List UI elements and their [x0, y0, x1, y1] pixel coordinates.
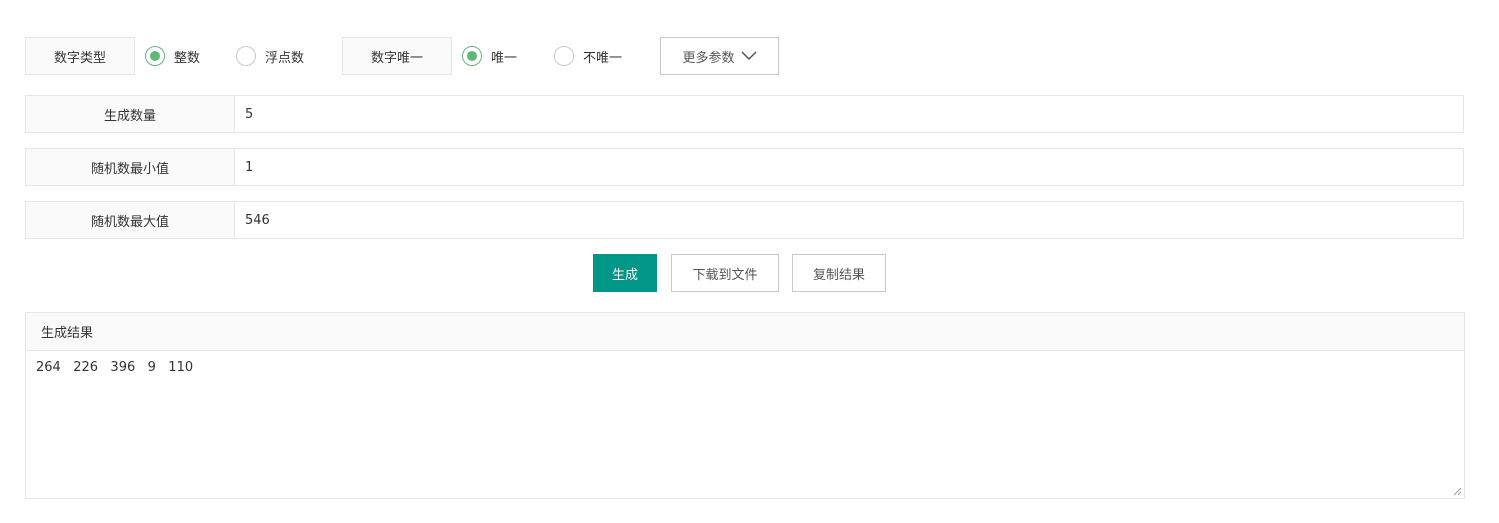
- count-input[interactable]: [235, 96, 1463, 132]
- number-type-label-text: 数字类型: [53, 50, 106, 66]
- radio-integer[interactable]: 整数: [145, 46, 200, 66]
- radio-integer-label: 整数: [174, 50, 201, 66]
- max-row: 随机数最大值: [25, 201, 1464, 239]
- radio-unique-indicator[interactable]: [462, 46, 482, 66]
- generate-button[interactable]: 生成: [593, 254, 657, 292]
- result-textarea[interactable]: 264 226 396 9 110: [26, 351, 1464, 498]
- radio-unique-label: 唯一: [491, 50, 518, 66]
- radio-float-label: 浮点数: [265, 50, 305, 66]
- radio-not-unique[interactable]: 不唯一: [554, 46, 622, 66]
- radio-float-indicator[interactable]: [236, 46, 256, 66]
- min-input[interactable]: [235, 149, 1463, 185]
- radio-not-unique-indicator[interactable]: [554, 46, 574, 66]
- radio-not-unique-label: 不唯一: [583, 50, 623, 66]
- chevron-down-icon: [740, 51, 757, 61]
- uniqueness-label-text: 数字唯一: [370, 50, 423, 66]
- radio-unique[interactable]: 唯一: [462, 46, 517, 66]
- radio-integer-indicator[interactable]: [145, 46, 165, 66]
- min-row: 随机数最小值: [25, 148, 1464, 186]
- count-row: 生成数量: [25, 95, 1464, 133]
- result-title: 生成结果: [26, 313, 1464, 351]
- resize-handle-icon[interactable]: [1453, 487, 1462, 496]
- max-label: 随机数最大值: [26, 202, 235, 238]
- count-label: 生成数量: [26, 96, 235, 132]
- max-input[interactable]: [235, 202, 1463, 238]
- copy-result-button[interactable]: 复制结果: [792, 254, 886, 292]
- more-params-button[interactable]: 更多参数: [660, 37, 779, 75]
- number-type-label: 数字类型: [25, 37, 135, 75]
- result-panel: 生成结果 264 226 396 9 110: [25, 312, 1465, 499]
- min-label: 随机数最小值: [26, 149, 235, 185]
- download-button[interactable]: 下载到文件: [671, 254, 779, 292]
- uniqueness-label: 数字唯一: [342, 37, 452, 75]
- more-params-label: 更多参数: [682, 50, 735, 66]
- radio-float[interactable]: 浮点数: [236, 46, 304, 66]
